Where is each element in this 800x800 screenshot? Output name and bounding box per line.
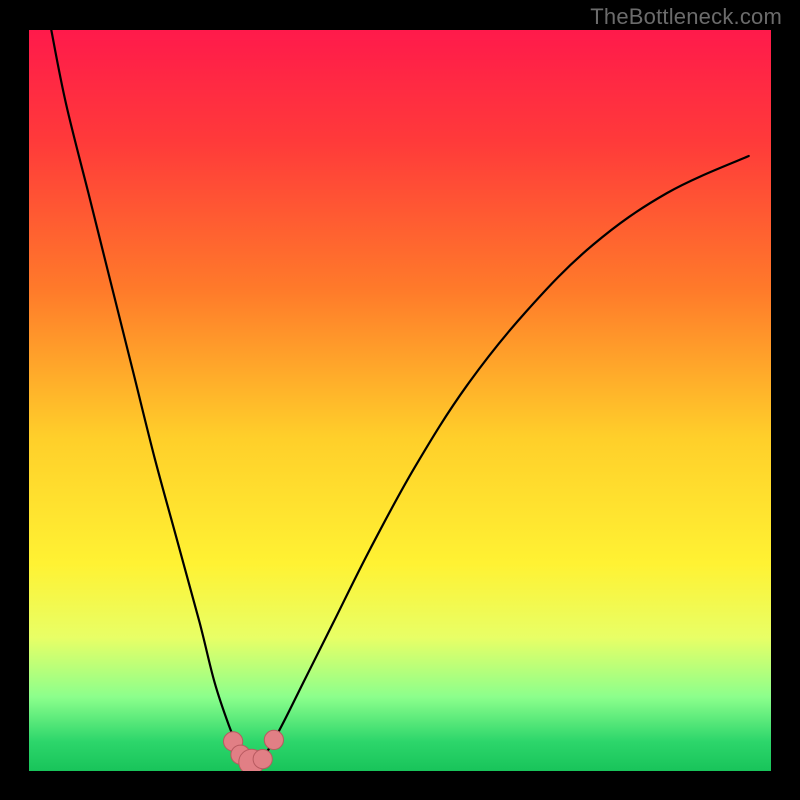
chart-frame: TheBottleneck.com (0, 0, 800, 800)
data-marker (264, 730, 283, 749)
watermark-text: TheBottleneck.com (590, 4, 782, 30)
bottleneck-curve (51, 30, 748, 763)
data-marker (253, 750, 272, 769)
plot-area (29, 30, 771, 771)
curve-layer (29, 30, 771, 771)
marker-group (224, 730, 284, 771)
